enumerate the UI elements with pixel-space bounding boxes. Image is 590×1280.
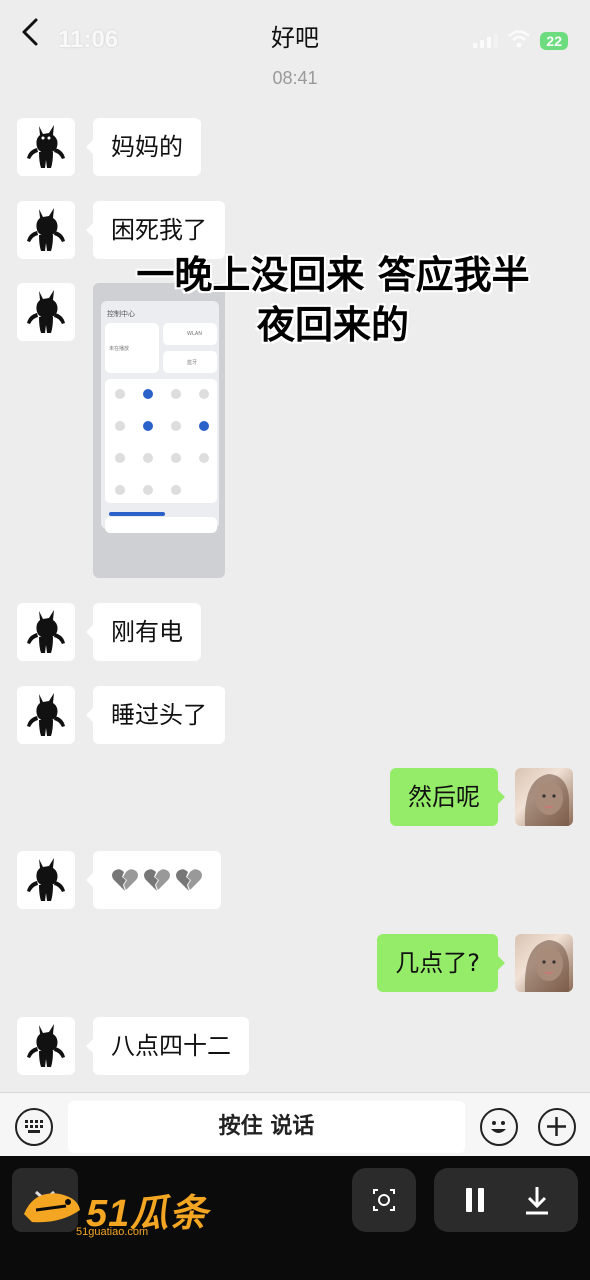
- playback-controls: [434, 1168, 578, 1232]
- battery-indicator: 22: [540, 32, 568, 50]
- broken-heart-icon: [176, 869, 202, 891]
- incoming-message[interactable]: 妈妈的: [86, 118, 201, 176]
- user-avatar[interactable]: [515, 768, 573, 826]
- video-player-bar: 51瓜条 51guatiao.com: [0, 1156, 590, 1280]
- media-tile-label: 未在播放: [109, 346, 130, 352]
- watermark-logo-icon: [24, 1193, 80, 1223]
- contact-avatar[interactable]: [17, 201, 75, 259]
- status-icons: 22: [473, 30, 568, 52]
- broken-heart-icon: [112, 869, 138, 891]
- mute-icon: [143, 389, 153, 399]
- contact-avatar[interactable]: [17, 851, 75, 909]
- bluetooth-tile: 蓝牙: [163, 351, 217, 373]
- add-icon[interactable]: [538, 1108, 576, 1146]
- contact-avatar[interactable]: [17, 1017, 75, 1075]
- incoming-message[interactable]: 困死我了: [86, 201, 225, 259]
- signal-icon: [473, 34, 499, 48]
- pause-icon[interactable]: [460, 1184, 490, 1216]
- message-timestamp: 08:41: [272, 68, 318, 88]
- hotspot2-icon: [171, 453, 181, 463]
- flashlight-icon: [115, 389, 125, 399]
- bluetooth-tile-label: 蓝牙: [187, 360, 198, 366]
- sound-icon: [171, 485, 181, 495]
- outgoing-message[interactable]: 几点了?: [377, 934, 505, 992]
- control-center-screenshot: 控制中心 未在播放 WLAN 蓝牙: [101, 301, 219, 533]
- media-tile: 未在播放: [105, 323, 159, 373]
- download-icon[interactable]: [522, 1184, 552, 1216]
- status-bar: 11:06 好吧 22: [0, 0, 590, 64]
- overlay-caption: 一晚上没回来 答应我半 夜回来的: [0, 250, 590, 350]
- emoji-icon[interactable]: [480, 1108, 518, 1146]
- wifi-icon: [508, 30, 531, 52]
- nfc-icon: [199, 389, 209, 399]
- contact-avatar[interactable]: [17, 603, 75, 661]
- data-icon: [199, 421, 209, 431]
- brightness-tile: [105, 517, 217, 533]
- incoming-message[interactable]: 睡过头了: [86, 686, 225, 744]
- cast-icon: [199, 453, 209, 463]
- location-icon: [143, 421, 153, 431]
- eye-icon: [143, 453, 153, 463]
- screenshot-button[interactable]: [352, 1168, 416, 1232]
- keyboard-icon[interactable]: [15, 1108, 53, 1146]
- rotate-icon: [171, 389, 181, 399]
- hold-to-talk-button[interactable]: 按住 说话: [68, 1101, 465, 1153]
- wlan-tile-label: WLAN: [187, 331, 203, 337]
- contact-avatar[interactable]: [17, 686, 75, 744]
- nfc2-icon: [143, 485, 153, 495]
- hotspot-icon: [115, 421, 125, 431]
- incoming-emoji-message[interactable]: [86, 851, 221, 909]
- image-message-control-center[interactable]: 控制中心 未在播放 WLAN 蓝牙: [93, 283, 225, 578]
- airplane-icon: [171, 421, 181, 431]
- incoming-message[interactable]: 八点四十二: [86, 1017, 249, 1075]
- wlan-tile: WLAN: [163, 323, 217, 345]
- control-center-title: 控制中心: [107, 310, 135, 318]
- record-icon: [115, 485, 125, 495]
- watermark-site: 51guatiao.com: [76, 1226, 149, 1238]
- contact-avatar[interactable]: [17, 118, 75, 176]
- user-avatar[interactable]: [515, 934, 573, 992]
- broken-heart-icon: [144, 869, 170, 891]
- contact-avatar[interactable]: [17, 283, 75, 341]
- toggles-tile: [105, 379, 217, 503]
- outgoing-message[interactable]: 然后呢: [390, 768, 505, 826]
- input-bar: 按住 说话: [0, 1092, 590, 1156]
- scan-icon: [115, 453, 125, 463]
- brightness-slider: [109, 512, 165, 516]
- incoming-message[interactable]: 刚有电: [86, 603, 201, 661]
